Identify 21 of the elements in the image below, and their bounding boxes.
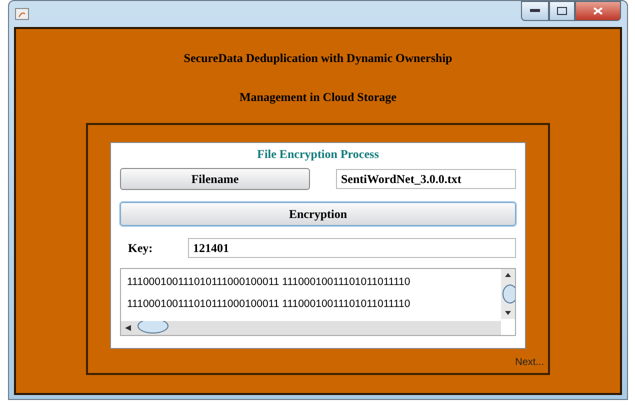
filename-field[interactable]: SentiWordNet_3.0.0.txt (336, 169, 516, 189)
key-label: Key: (128, 240, 153, 256)
java-icon (15, 8, 29, 20)
binary-text: 111000100111010111000100011 11100010011101011011110 (127, 276, 412, 288)
close-icon (593, 7, 603, 15)
horizontal-scrollbar[interactable] (121, 321, 501, 335)
minimize-icon (530, 9, 540, 13)
app-title: Management in Cloud Storage (239, 90, 396, 105)
key-field[interactable]: 121401 (188, 238, 516, 258)
vertical-scrollbar[interactable] (501, 269, 515, 319)
app-title: SecureData Deduplication with Dynamic Ownership (184, 51, 452, 66)
encryption-button[interactable]: Encryption (120, 202, 516, 226)
maximize-icon (557, 7, 567, 15)
output-text-area[interactable]: 111000100111010111000100011 11100010011101011011110 111000100111010111000100011 11100010011101011011110 (120, 268, 516, 336)
binary-text: 111000100111010111000100011 11100010011101011011110 (127, 298, 412, 310)
next-link[interactable]: Next... (515, 357, 544, 368)
maximize-button[interactable] (549, 1, 575, 21)
minimize-button[interactable] (521, 1, 549, 21)
filename-button[interactable]: Filename (120, 168, 310, 190)
section-heading: File Encryption Process (256, 147, 380, 162)
close-button[interactable] (575, 1, 621, 21)
